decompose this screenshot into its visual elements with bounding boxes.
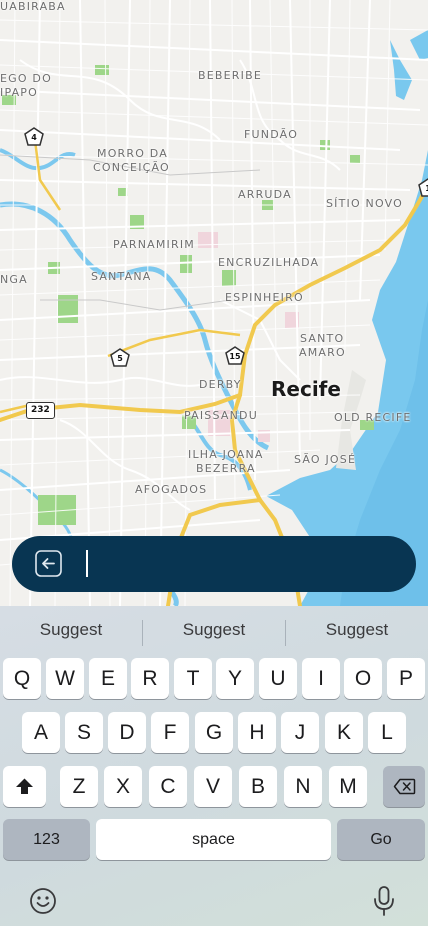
suggestion-item[interactable]: Suggest [0,620,142,640]
key-r[interactable]: R [131,658,169,699]
place-label: IPAPO [0,86,38,99]
road-shield: 4 [24,127,44,147]
place-label: AFOGADOS [135,483,208,496]
place-label: DERBY [199,378,242,391]
place-label: SÍTIO NOVO [326,197,404,210]
suggestion-item[interactable]: Suggest [286,620,428,640]
key-s[interactable]: S [65,712,103,753]
place-label: ILHA JOANA [188,448,264,461]
road-shield: 1 [418,178,428,198]
place-label: SANTANA [91,270,152,283]
key-v[interactable]: V [194,766,232,807]
place-label: SÃO JOSÉ [294,453,357,466]
road-badge: 232 [26,402,55,419]
keyboard: Suggest Suggest Suggest Q W E R T Y U I … [0,606,428,926]
place-label: FUNDÃO [244,128,299,141]
key-u[interactable]: U [259,658,297,699]
key-n[interactable]: N [284,766,322,807]
map-canvas [0,0,428,606]
key-o[interactable]: O [344,658,382,699]
city-label: Recife [271,377,341,401]
place-label: PARNAMIRIM [113,238,195,251]
delete-key[interactable] [383,766,425,807]
place-label: ARRUDA [238,188,292,201]
place-label: PAISSANDU [184,409,258,422]
shift-key[interactable] [3,766,46,807]
emoji-icon [30,888,56,914]
delete-icon [393,778,416,795]
key-k[interactable]: K [325,712,363,753]
search-input[interactable] [86,546,396,582]
key-z[interactable]: Z [60,766,98,807]
place-label: OLD RECIFE [334,411,412,424]
place-label: SANTO [300,332,345,345]
emoji-button[interactable] [29,887,57,915]
road-shield: 5 [110,348,130,368]
back-arrow-icon [35,550,62,577]
back-button[interactable] [35,550,62,577]
key-m[interactable]: M [329,766,367,807]
road-shield: 15 [225,346,245,366]
place-label: NGA [0,273,28,286]
key-g[interactable]: G [195,712,233,753]
key-l[interactable]: L [368,712,406,753]
go-key[interactable]: Go [337,819,425,860]
suggestion-item[interactable]: Suggest [143,620,285,640]
place-label: BEZERRA [196,462,256,475]
key-w[interactable]: W [46,658,84,699]
place-label: ENCRUZILHADA [218,256,320,269]
key-a[interactable]: A [22,712,60,753]
key-c[interactable]: C [149,766,187,807]
key-t[interactable]: T [174,658,212,699]
shift-icon [16,778,33,794]
key-i[interactable]: I [302,658,340,699]
key-y[interactable]: Y [216,658,254,699]
key-p[interactable]: P [387,658,425,699]
key-h[interactable]: H [238,712,276,753]
place-label: MORRO DA [97,147,168,160]
key-q[interactable]: Q [3,658,41,699]
microphone-icon [374,886,394,916]
place-label: BEBERIBE [198,69,262,82]
key-b[interactable]: B [239,766,277,807]
key-e[interactable]: E [89,658,127,699]
place-label: UABIRABA [0,0,66,13]
numbers-key[interactable]: 123 [3,819,90,860]
text-cursor [86,550,88,577]
place-label: EGO DO [0,72,52,85]
key-d[interactable]: D [108,712,146,753]
key-f[interactable]: F [151,712,189,753]
place-label: ESPINHEIRO [225,291,304,304]
key-j[interactable]: J [281,712,319,753]
search-bar[interactable] [12,536,416,592]
place-label: AMARO [299,346,346,359]
dictation-button[interactable] [372,885,396,917]
place-label: CONCEIÇÃO [93,161,170,174]
map-view[interactable]: UABIRABA EGO DO IPAPO BEBERIBE FUNDÃO MO… [0,0,428,606]
space-key[interactable]: space [96,819,331,860]
key-x[interactable]: X [104,766,142,807]
